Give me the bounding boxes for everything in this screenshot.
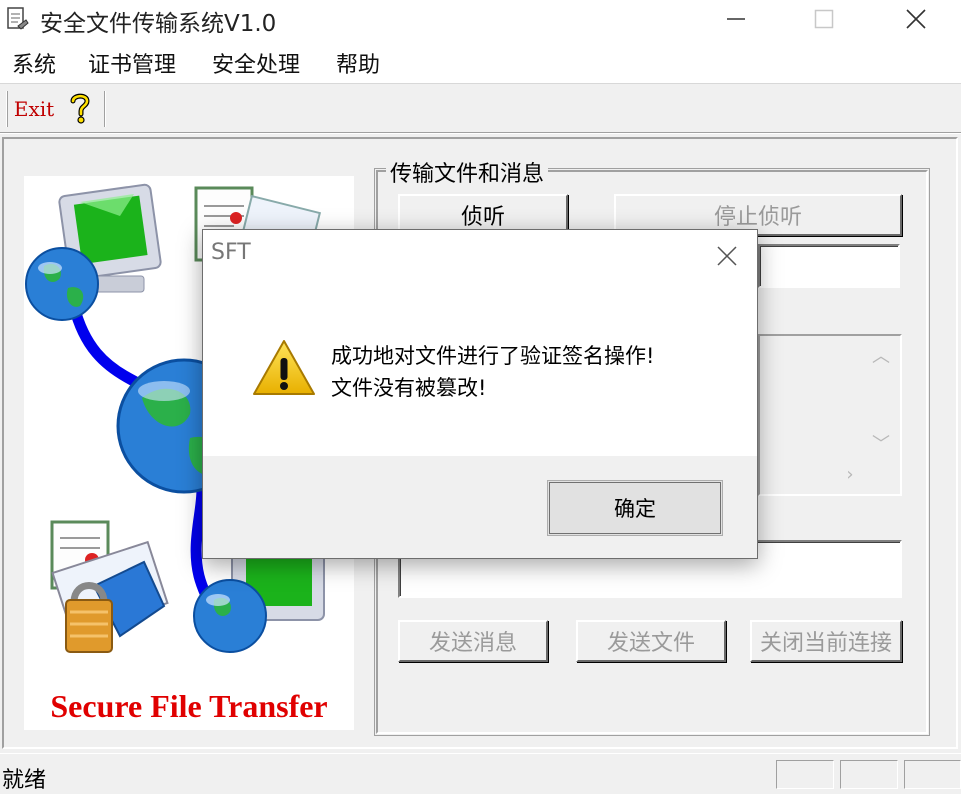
message-dialog: SFT 成功地对文件进行了验证签名操作! 文件没有被篡改! 确定	[202, 229, 758, 559]
brand-caption: Secure File Transfer	[50, 688, 328, 724]
status-pane	[776, 760, 834, 789]
menu-security-processing[interactable]: 安全处理	[212, 47, 300, 79]
close-connection-button[interactable]: 关闭当前连接	[750, 620, 902, 662]
menu-certificate-management[interactable]: 证书管理	[88, 47, 176, 79]
globe-icon	[193, 579, 267, 653]
scroll-right-arrow-icon[interactable]: ›	[838, 464, 862, 488]
minimize-icon	[727, 18, 745, 20]
close-window-button[interactable]	[886, 0, 946, 38]
dialog-message-line: 成功地对文件进行了验证签名操作!	[331, 344, 655, 368]
window-title: 安全文件传输系统V1.0	[40, 11, 277, 37]
maximize-button[interactable]	[794, 0, 854, 38]
toolbar-grip	[6, 91, 8, 127]
maximize-icon	[814, 9, 834, 29]
toolbar-separator	[104, 91, 106, 127]
close-icon	[717, 246, 737, 266]
close-icon	[906, 9, 926, 29]
menu-help[interactable]: 帮助	[336, 47, 380, 79]
ok-button[interactable]: 确定	[547, 480, 723, 536]
minimize-button[interactable]	[706, 0, 766, 38]
transfer-group-legend: 传输文件和消息	[386, 156, 549, 188]
status-text: 就绪	[2, 768, 47, 793]
address-field[interactable]	[758, 244, 900, 288]
dialog-message-line: 文件没有被篡改!	[331, 376, 487, 400]
title-bar: 安全文件传输系统V1.0	[0, 0, 961, 38]
globe-icon	[25, 247, 99, 321]
warning-icon	[253, 340, 315, 395]
menu-system[interactable]: 系统	[12, 47, 56, 79]
dialog-close-button[interactable]	[707, 236, 747, 276]
dialog-title: SFT	[211, 240, 251, 265]
menu-bar: 系统 证书管理 安全处理 帮助	[0, 38, 961, 84]
toolbar: Exit	[0, 85, 961, 133]
send-message-button[interactable]: 发送消息	[398, 620, 548, 662]
send-file-button[interactable]: 发送文件	[576, 620, 726, 662]
exit-button[interactable]: Exit	[10, 93, 58, 125]
help-question-icon[interactable]	[64, 91, 96, 125]
status-pane	[904, 760, 961, 789]
scroll-down-arrow-icon[interactable]: ﹀	[866, 430, 896, 455]
scroll-up-arrow-icon[interactable]: ︿	[866, 342, 896, 367]
status-pane	[840, 760, 898, 789]
app-document-icon	[7, 7, 29, 30]
